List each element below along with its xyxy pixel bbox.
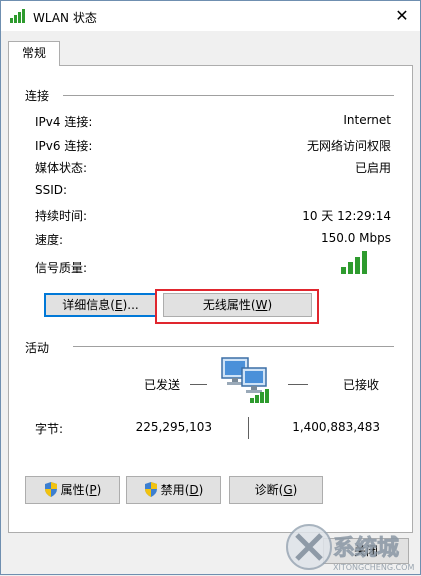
tab-general[interactable]: 常规 [8, 41, 60, 66]
close-window-button[interactable]: ✕ [384, 1, 420, 31]
speed-value: 150.0 Mbps [320, 231, 391, 245]
watermark-subtext: XITONGCHENG.COM [333, 563, 414, 572]
diagnose-hotkey: G [283, 483, 293, 497]
ipv4-label: IPv4 连接: [35, 115, 93, 129]
received-line [288, 384, 308, 385]
properties-hotkey: P [89, 483, 97, 497]
details-button[interactable]: 详细信息(E)... [44, 293, 157, 317]
uac-shield-icon [44, 482, 57, 497]
details-hotkey: E [114, 298, 123, 312]
connection-heading: 连接 [25, 89, 50, 103]
signal-quality-label: 信号质量: [35, 261, 88, 275]
received-label: 已接收 [343, 378, 380, 392]
ssid-label: SSID: [35, 183, 68, 197]
signal-bars-icon [341, 251, 367, 274]
properties-button[interactable]: 属性(P) [25, 476, 120, 504]
activity-divider [73, 346, 394, 347]
ipv6-value: 无网络访问权限 [306, 139, 391, 153]
duration-label: 持续时间: [35, 209, 88, 223]
close-icon: ✕ [395, 6, 409, 25]
disable-hotkey: D [189, 483, 199, 497]
uac-shield-icon [144, 482, 157, 497]
bytes-divider [248, 417, 249, 439]
bytes-label: 字节: [35, 422, 64, 436]
bytes-sent-value: 225,295,103 [135, 420, 212, 434]
highlight-box [155, 289, 319, 324]
window-title: WLAN 状态 [33, 11, 97, 25]
diagnose-button[interactable]: 诊断(G) [229, 476, 323, 504]
diagnose-label: 诊断 [254, 483, 279, 497]
title-bar[interactable]: WLAN 状态 ✕ [1, 1, 420, 31]
network-computers-icon [221, 357, 269, 403]
disable-button[interactable]: 禁用(D) [126, 476, 221, 504]
ipv6-label: IPv6 连接: [35, 139, 93, 153]
properties-label: 属性 [60, 483, 85, 497]
sent-label: 已发送 [144, 378, 181, 392]
bytes-received-value: 1,400,883,483 [292, 420, 380, 434]
sent-line [190, 384, 207, 385]
speed-label: 速度: [35, 233, 64, 247]
duration-value: 10 天 12:29:14 [302, 209, 391, 223]
media-state-value: 已启用 [354, 161, 391, 175]
media-state-label: 媒体状态: [35, 161, 88, 175]
xitongcheng-watermark-logo: 系统城 XITONGCHENG.COM [286, 524, 414, 572]
disable-label: 禁用 [160, 483, 185, 497]
connection-divider [63, 95, 394, 96]
activity-heading: 活动 [25, 341, 50, 355]
ipv4-value: Internet [343, 113, 391, 127]
watermark-text: 系统城 [333, 535, 399, 561]
wifi-signal-icon [10, 9, 25, 23]
details-button-label: 详细信息 [62, 298, 111, 312]
wlan-status-dialog: WLAN 状态 ✕ 常规 连接 IPv4 连接: Internet IPv6 连… [0, 0, 421, 575]
details-ellipsis: ... [127, 298, 139, 312]
